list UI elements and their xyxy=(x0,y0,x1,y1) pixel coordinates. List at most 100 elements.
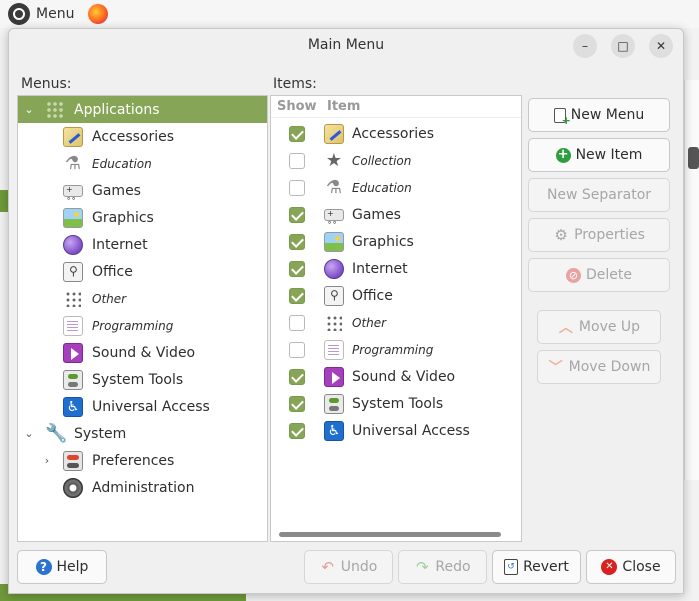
desktop-menu-label[interactable]: Menu xyxy=(36,6,74,22)
window-controls: – □ ✕ xyxy=(573,34,673,58)
other-dots-icon xyxy=(62,288,84,310)
internet-globe-icon xyxy=(62,234,84,256)
move-up-button[interactable]: ︿ Move Up xyxy=(537,310,661,344)
revert-button[interactable]: ↺ Revert xyxy=(492,550,581,584)
universal-access-person-icon: ♿ xyxy=(62,396,84,418)
internet-globe-icon xyxy=(323,258,345,280)
show-checkbox[interactable] xyxy=(289,206,305,223)
menu-tree-label: Applications xyxy=(74,101,160,118)
collapse-arrow-icon[interactable]: ⌄ xyxy=(22,427,36,440)
menu-tree-label: Games xyxy=(92,182,141,199)
menu-tree-row[interactable]: Internet xyxy=(18,231,267,258)
item-row[interactable]: Games xyxy=(271,201,521,228)
move-down-label: Move Down xyxy=(568,359,651,375)
delete-label: Delete xyxy=(586,267,632,283)
office-document-icon xyxy=(323,285,345,307)
item-row[interactable]: Programming xyxy=(271,336,521,363)
items-list[interactable]: Show Item Accessories ★ Collection ⚗ Educati… xyxy=(270,95,522,542)
maximize-button[interactable]: □ xyxy=(611,34,635,58)
item-row[interactable]: ★ Collection xyxy=(271,147,521,174)
menu-tree-row[interactable]: ⌄ Applications xyxy=(18,96,267,123)
help-icon: ? xyxy=(35,559,52,575)
menu-tree-label: Preferences xyxy=(92,452,175,469)
item-row[interactable]: ⚗ Education xyxy=(271,174,521,201)
show-checkbox[interactable] xyxy=(289,287,305,304)
show-checkbox[interactable] xyxy=(289,341,305,358)
close-button[interactable]: ✕ Close xyxy=(586,550,676,584)
column-header-item[interactable]: Item xyxy=(319,99,360,114)
item-row[interactable]: Office xyxy=(271,282,521,309)
dialog-titlebar[interactable]: Main Menu – □ ✕ xyxy=(9,29,683,61)
menu-tree-row[interactable]: Sound & Video xyxy=(18,339,267,366)
menu-tree-row[interactable]: Other xyxy=(18,285,267,312)
menu-tree-row[interactable]: Office xyxy=(18,258,267,285)
menu-tree-row[interactable]: ♿ Universal Access xyxy=(18,393,267,420)
show-checkbox[interactable] xyxy=(289,314,305,331)
menu-tree-row[interactable]: Games xyxy=(18,177,267,204)
background-window-fragment xyxy=(684,80,699,480)
menu-tree-row[interactable]: › Preferences xyxy=(18,447,267,474)
menu-tree-row[interactable]: ⌄ 🔧 System xyxy=(18,420,267,447)
menu-tree-label: Internet xyxy=(92,236,148,253)
menu-tree-label: Programming xyxy=(92,318,174,333)
show-checkbox[interactable] xyxy=(289,422,305,439)
item-row[interactable]: Accessories xyxy=(271,120,521,147)
redo-label: Redo xyxy=(435,559,471,575)
menu-tree-row[interactable]: Administration xyxy=(18,474,267,501)
menu-tree-row[interactable]: ⚗ Education xyxy=(18,150,267,177)
item-row[interactable]: Sound & Video xyxy=(271,363,521,390)
items-header: Show Item xyxy=(271,96,521,118)
preferences-toggle-icon xyxy=(62,450,84,472)
delete-button[interactable]: ⊘ Delete xyxy=(528,258,670,292)
menu-tree-row[interactable]: Graphics xyxy=(18,204,267,231)
show-checkbox[interactable] xyxy=(289,152,305,169)
games-controller-icon xyxy=(323,204,345,227)
new-separator-label: New Separator xyxy=(546,187,652,203)
show-checkbox[interactable] xyxy=(289,368,305,385)
new-separator-button[interactable]: New Separator xyxy=(528,178,670,212)
item-row[interactable]: Other xyxy=(271,309,521,336)
undo-button[interactable]: ↶ Undo xyxy=(304,550,393,584)
show-checkbox[interactable] xyxy=(289,125,305,142)
show-checkbox[interactable] xyxy=(289,233,305,250)
help-button[interactable]: ? Help xyxy=(17,550,107,584)
delete-icon: ⊘ xyxy=(566,267,581,283)
item-row[interactable]: Internet xyxy=(271,255,521,282)
minimize-button[interactable]: – xyxy=(573,34,597,58)
show-checkbox[interactable] xyxy=(289,179,305,196)
system-tools-toggle-icon xyxy=(323,393,345,415)
item-label: Internet xyxy=(352,260,408,277)
items-label: Items: xyxy=(273,76,317,92)
show-checkbox[interactable] xyxy=(289,260,305,277)
item-row[interactable]: ♿ Universal Access xyxy=(271,417,521,444)
desktop-top-bar: Menu xyxy=(0,0,699,28)
ubuntu-logo-icon[interactable] xyxy=(8,3,30,25)
show-checkbox[interactable] xyxy=(289,395,305,412)
new-item-button[interactable]: + New Item xyxy=(528,138,670,172)
close-window-button[interactable]: ✕ xyxy=(649,34,673,58)
firefox-icon[interactable] xyxy=(88,4,109,24)
revert-icon: ↺ xyxy=(504,559,519,575)
move-down-button[interactable]: ﹀ Move Down xyxy=(537,350,661,384)
menu-tree-label: System Tools xyxy=(92,371,184,388)
menus-label: Menus: xyxy=(21,76,72,92)
collapse-arrow-icon[interactable]: ⌄ xyxy=(22,103,36,116)
expand-arrow-icon[interactable]: › xyxy=(40,454,54,467)
item-row[interactable]: Graphics xyxy=(271,228,521,255)
revert-label: Revert xyxy=(523,559,569,575)
menu-tree-row[interactable]: Accessories xyxy=(18,123,267,150)
other-dots-icon xyxy=(323,312,345,334)
new-menu-button[interactable]: New Menu xyxy=(528,98,670,132)
item-row[interactable]: System Tools xyxy=(271,390,521,417)
menu-tree-row[interactable]: Programming xyxy=(18,312,267,339)
graphics-image-icon xyxy=(323,231,345,253)
office-document-icon xyxy=(62,261,84,283)
menu-tree-row[interactable]: System Tools xyxy=(18,366,267,393)
system-wrench-icon: 🔧 xyxy=(45,422,68,444)
properties-button[interactable]: ⚙ Properties xyxy=(528,218,670,252)
column-header-show[interactable]: Show xyxy=(271,99,319,114)
menu-tree-label: Office xyxy=(92,263,133,280)
redo-button[interactable]: ↷ Redo xyxy=(398,550,487,584)
menus-tree[interactable]: ⌄ Applications Accessories ⚗ Education Games G… xyxy=(17,95,268,542)
horizontal-scrollbar[interactable] xyxy=(279,532,501,537)
